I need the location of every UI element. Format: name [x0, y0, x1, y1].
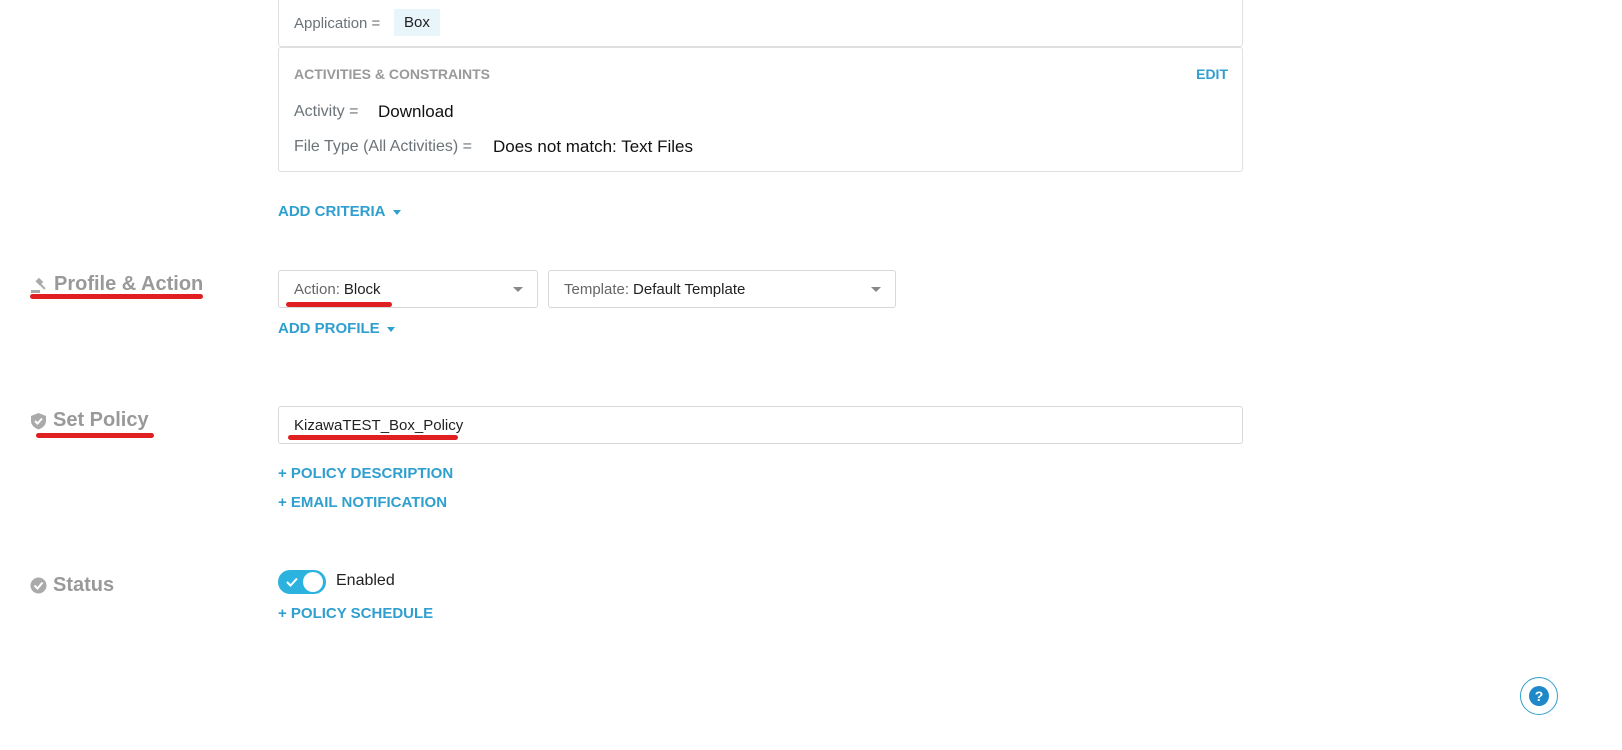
activities-card: ACTIVITIES & CONSTRAINTS EDIT Activity =…	[278, 47, 1243, 172]
shield-check-icon	[31, 412, 46, 429]
section-set-policy: Set Policy	[30, 409, 149, 432]
annotation-underline	[36, 433, 154, 438]
application-chip[interactable]: Box	[394, 9, 440, 36]
add-profile-button[interactable]: ADD PROFILE	[278, 320, 395, 337]
filetype-value: Does not match: Text Files	[493, 137, 693, 156]
section-status: Status	[30, 574, 114, 597]
section-title: Set Policy	[53, 409, 149, 431]
policy-name-value: KizawaTEST_Box_Policy	[294, 416, 464, 434]
edit-button[interactable]: EDIT	[1196, 66, 1228, 82]
action-key: Action:	[294, 280, 340, 298]
caret-down-icon	[392, 209, 401, 215]
add-criteria-label: ADD CRITERIA	[278, 203, 386, 220]
annotation-underline	[30, 294, 203, 299]
add-profile-label: ADD PROFILE	[278, 320, 380, 337]
check-icon	[286, 577, 298, 587]
application-label: Application =	[294, 15, 381, 32]
annotation-underline	[286, 302, 392, 307]
caret-down-icon	[386, 326, 395, 332]
toggle-knob	[303, 572, 323, 592]
section-title: Profile & Action	[54, 273, 204, 295]
policy-description-button[interactable]: + POLICY DESCRIPTION	[278, 465, 453, 482]
template-value: Default Template	[633, 280, 746, 298]
activities-heading: ACTIVITIES & CONSTRAINTS	[294, 66, 491, 82]
help-icon: ?	[1529, 686, 1549, 706]
filetype-label: File Type (All Activities) =	[294, 138, 472, 155]
check-circle-icon	[30, 577, 47, 594]
template-key: Template:	[564, 280, 630, 298]
add-criteria-button[interactable]: ADD CRITERIA	[278, 203, 401, 220]
section-profile-action: Profile & Action	[30, 273, 203, 296]
activity-value: Download	[378, 102, 454, 121]
policy-schedule-button[interactable]: + POLICY SCHEDULE	[278, 605, 433, 622]
chevron-down-icon	[513, 287, 523, 292]
help-button[interactable]: ?	[1520, 677, 1558, 715]
annotation-underline	[288, 435, 458, 440]
action-value: Block	[343, 280, 381, 298]
template-dropdown[interactable]: Template: Default Template	[548, 270, 896, 308]
chevron-down-icon	[871, 287, 881, 292]
status-toggle[interactable]	[278, 570, 326, 594]
toggle-label: Enabled	[336, 572, 395, 589]
activity-label: Activity =	[294, 103, 359, 120]
application-card: Application = Box	[278, 0, 1243, 47]
gavel-icon	[31, 277, 46, 293]
section-title: Status	[53, 574, 115, 596]
email-notification-button[interactable]: + EMAIL NOTIFICATION	[278, 494, 447, 511]
